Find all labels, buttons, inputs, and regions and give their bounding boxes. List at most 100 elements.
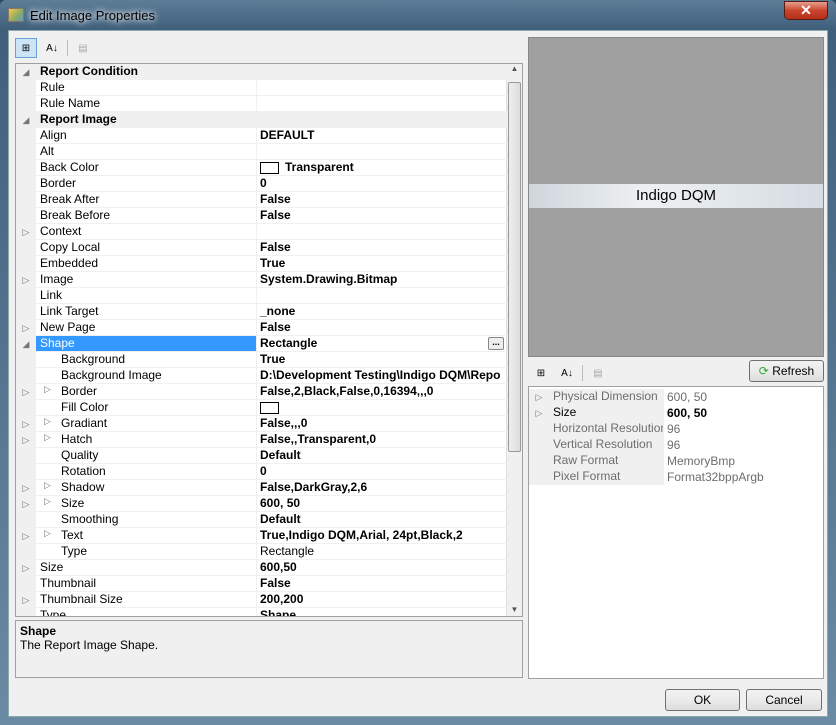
image-property-row[interactable]: ▷Size600, 50 xyxy=(529,405,823,421)
close-button[interactable]: ✕ xyxy=(784,1,828,20)
image-property-row[interactable]: Horizontal Resolution96 xyxy=(529,421,823,437)
property-row[interactable]: ▷▷Size600, 50 xyxy=(16,496,507,512)
expand-icon[interactable]: ▷ xyxy=(16,560,36,575)
category-row[interactable]: ◢Report Image xyxy=(16,112,507,128)
image-property-row[interactable]: ▷Physical Dimension600, 50 xyxy=(529,389,823,405)
property-row[interactable]: TypeRectangle xyxy=(16,544,507,560)
property-value[interactable]: 600,50 xyxy=(257,560,507,575)
expand-icon[interactable]: ▷ xyxy=(44,416,51,427)
property-value[interactable]: 0 xyxy=(257,464,507,479)
property-value[interactable]: False,,Transparent,0 xyxy=(257,432,507,447)
vertical-scrollbar[interactable]: ▲ ▼ xyxy=(506,64,522,616)
property-value[interactable]: 200,200 xyxy=(257,592,507,607)
property-pages-button[interactable]: ▤ xyxy=(72,38,94,58)
property-row[interactable]: ▷Size600,50 xyxy=(16,560,507,576)
property-value[interactable]: D:\Development Testing\Indigo DQM\Repo xyxy=(257,368,507,383)
property-value[interactable] xyxy=(257,144,507,159)
property-row[interactable]: Alt xyxy=(16,144,507,160)
ok-button[interactable]: OK xyxy=(665,689,740,711)
property-row[interactable]: Break BeforeFalse xyxy=(16,208,507,224)
property-value[interactable] xyxy=(257,400,507,415)
categorized-button[interactable]: ⊞ xyxy=(15,38,37,58)
property-row[interactable]: ▷Context xyxy=(16,224,507,240)
scrollbar-thumb[interactable] xyxy=(508,82,521,452)
scroll-up-icon[interactable]: ▲ xyxy=(507,64,522,73)
property-row[interactable]: Copy LocalFalse xyxy=(16,240,507,256)
refresh-button[interactable]: ⟳ Refresh xyxy=(749,360,824,382)
property-row[interactable]: ▷Thumbnail Size200,200 xyxy=(16,592,507,608)
collapse-icon[interactable]: ◢ xyxy=(16,112,36,127)
property-row[interactable]: EmbeddedTrue xyxy=(16,256,507,272)
property-value[interactable]: False xyxy=(257,192,507,207)
property-value[interactable]: True xyxy=(257,352,507,367)
collapse-icon[interactable]: ◢ xyxy=(16,64,36,79)
property-value[interactable]: DEFAULT xyxy=(257,128,507,143)
property-value[interactable]: 600, 50 xyxy=(257,496,507,511)
property-value[interactable]: False xyxy=(257,320,507,335)
property-row[interactable]: ◢ShapeRectangle... xyxy=(16,336,507,352)
property-value[interactable]: Rectangle... xyxy=(257,336,507,351)
property-row[interactable]: Fill Color xyxy=(16,400,507,416)
property-value[interactable]: False xyxy=(257,208,507,223)
expand-icon[interactable]: ▷ xyxy=(529,405,549,421)
property-row[interactable]: SmoothingDefault xyxy=(16,512,507,528)
image-property-row[interactable]: Vertical Resolution96 xyxy=(529,437,823,453)
property-row[interactable]: Rotation0 xyxy=(16,464,507,480)
property-row[interactable]: Link Target_none xyxy=(16,304,507,320)
expand-icon[interactable]: ▷ xyxy=(16,528,36,543)
category-row[interactable]: ◢Report Condition xyxy=(16,64,507,80)
property-row[interactable]: ▷▷HatchFalse,,Transparent,0 xyxy=(16,432,507,448)
property-row[interactable]: ▷▷TextTrue,Indigo DQM,Arial, 24pt,Black,… xyxy=(16,528,507,544)
alphabetical-button[interactable]: A↓ xyxy=(41,38,63,58)
expand-icon[interactable]: ▷ xyxy=(16,272,36,287)
image-property-row[interactable]: Pixel FormatFormat32bppArgb xyxy=(529,469,823,485)
property-row[interactable]: QualityDefault xyxy=(16,448,507,464)
property-row[interactable]: BackgroundTrue xyxy=(16,352,507,368)
expand-icon[interactable]: ▷ xyxy=(16,432,36,447)
property-value[interactable]: Rectangle xyxy=(257,544,507,559)
property-value[interactable]: False xyxy=(257,240,507,255)
cancel-button[interactable]: Cancel xyxy=(746,689,822,711)
categorized-button[interactable]: ⊞ xyxy=(530,363,552,383)
property-row[interactable]: ThumbnailFalse xyxy=(16,576,507,592)
expand-icon[interactable]: ▷ xyxy=(16,480,36,495)
expand-icon[interactable]: ▷ xyxy=(16,416,36,431)
property-row[interactable]: ▷▷BorderFalse,2,Black,False,0,16394,,,0 xyxy=(16,384,507,400)
property-row[interactable]: Break AfterFalse xyxy=(16,192,507,208)
property-value[interactable]: Default xyxy=(257,448,507,463)
expand-icon[interactable]: ▷ xyxy=(44,432,51,443)
expand-icon[interactable]: ▷ xyxy=(16,384,36,399)
property-value[interactable] xyxy=(257,96,507,111)
property-row[interactable]: Background ImageD:\Development Testing\I… xyxy=(16,368,507,384)
expand-icon[interactable]: ▷ xyxy=(16,224,36,239)
property-row[interactable]: Border0 xyxy=(16,176,507,192)
property-row[interactable]: Rule xyxy=(16,80,507,96)
property-value[interactable]: False,DarkGray,2,6 xyxy=(257,480,507,495)
expand-icon[interactable]: ▷ xyxy=(44,528,51,539)
expand-icon[interactable]: ▷ xyxy=(16,320,36,335)
expand-icon[interactable]: ▷ xyxy=(16,496,36,511)
property-row[interactable]: ▷▷ShadowFalse,DarkGray,2,6 xyxy=(16,480,507,496)
property-value[interactable]: False,,,0 xyxy=(257,416,507,431)
property-value[interactable]: System.Drawing.Bitmap xyxy=(257,272,507,287)
property-value[interactable]: Shape xyxy=(257,608,507,617)
collapse-icon[interactable]: ◢ xyxy=(16,336,36,351)
expand-icon[interactable]: ▷ xyxy=(529,389,549,405)
property-value[interactable] xyxy=(257,80,507,95)
property-value[interactable]: True,Indigo DQM,Arial, 24pt,Black,2 xyxy=(257,528,507,543)
scroll-down-icon[interactable]: ▼ xyxy=(507,605,522,614)
property-value[interactable] xyxy=(257,288,507,303)
property-value[interactable]: Transparent xyxy=(257,160,507,175)
property-row[interactable]: Link xyxy=(16,288,507,304)
property-value[interactable]: False,2,Black,False,0,16394,,,0 xyxy=(257,384,507,399)
property-row[interactable]: AlignDEFAULT xyxy=(16,128,507,144)
property-row[interactable]: ▷▷GradiantFalse,,,0 xyxy=(16,416,507,432)
property-value[interactable]: True xyxy=(257,256,507,271)
property-row[interactable]: ▷ImageSystem.Drawing.Bitmap xyxy=(16,272,507,288)
expand-icon[interactable]: ▷ xyxy=(44,480,51,491)
property-value[interactable]: Default xyxy=(257,512,507,527)
expand-icon[interactable]: ▷ xyxy=(44,496,51,507)
property-row[interactable]: Rule Name xyxy=(16,96,507,112)
property-value[interactable] xyxy=(257,224,507,239)
property-value[interactable]: False xyxy=(257,576,507,591)
